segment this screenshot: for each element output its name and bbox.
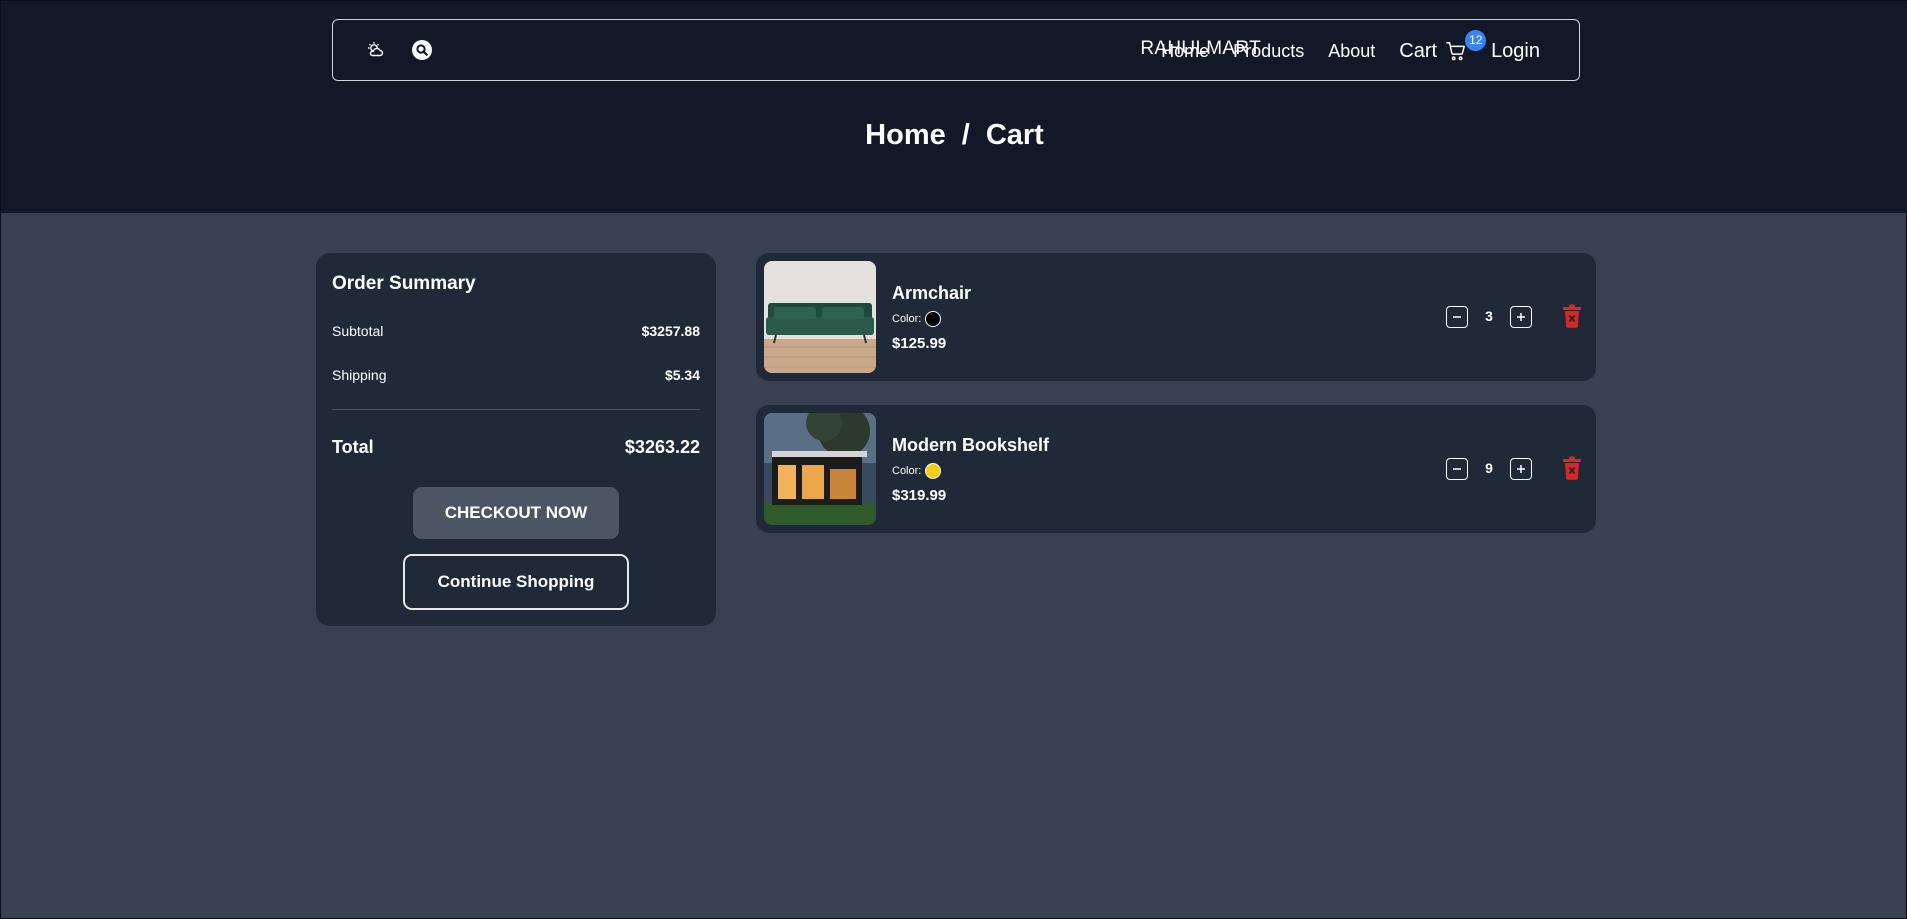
checkout-button[interactable]: CHECKOUT NOW xyxy=(413,487,619,539)
quantity-value: 9 xyxy=(1485,460,1493,476)
navbar: RAHULMART Home Products About Cart 12 Lo… xyxy=(332,19,1580,81)
cart-count-badge: 12 xyxy=(1465,29,1487,51)
breadcrumb-home[interactable]: Home xyxy=(865,119,946,151)
item-color-label: Color: xyxy=(892,465,922,477)
breadcrumb-current: Cart xyxy=(985,119,1044,151)
item-color: Color: xyxy=(892,311,942,327)
continue-shopping-button[interactable]: Continue Shopping xyxy=(403,554,629,610)
cart-item: Armchair Color: $125.99 3 xyxy=(756,253,1596,381)
item-color-label: Color: xyxy=(892,313,922,325)
nav-links: Home Products About Cart 12 Login xyxy=(1161,29,1579,66)
subtotal-label: Subtotal xyxy=(332,323,384,339)
item-price: $319.99 xyxy=(892,487,947,504)
trash-icon[interactable] xyxy=(1562,456,1582,480)
nav-cart-link[interactable]: Cart 12 xyxy=(1399,29,1487,63)
subtotal-value: $3257.88 xyxy=(641,323,700,339)
page-header: RAHULMART Home Products About Cart 12 Lo… xyxy=(1,1,1907,213)
nav-cart-label: Cart xyxy=(1399,39,1438,62)
nav-link-about[interactable]: About xyxy=(1328,41,1375,62)
shipping-label: Shipping xyxy=(332,367,387,383)
brand-logo[interactable]: RAHULMART xyxy=(333,38,1261,60)
breadcrumb: Home / Cart xyxy=(1,119,1907,152)
color-swatch xyxy=(925,463,942,479)
nav-link-home[interactable]: Home xyxy=(1161,41,1209,62)
decrease-quantity-button[interactable] xyxy=(1446,306,1468,328)
shipping-value: $5.34 xyxy=(664,367,700,383)
item-name[interactable]: Modern Bookshelf xyxy=(892,435,1049,456)
total-label: Total xyxy=(332,437,374,457)
quantity-value: 3 xyxy=(1485,308,1493,324)
login-link[interactable]: Login xyxy=(1491,40,1540,63)
order-summary-card: Order Summary Subtotal $3257.88 Shipping… xyxy=(316,253,716,626)
cart-icon xyxy=(1445,40,1467,62)
increase-quantity-button[interactable] xyxy=(1510,458,1532,480)
item-price: $125.99 xyxy=(892,335,947,352)
item-name[interactable]: Armchair xyxy=(892,283,971,304)
summary-divider xyxy=(332,409,700,410)
subtotal-row: Subtotal $3257.88 xyxy=(332,323,700,339)
color-swatch xyxy=(925,311,942,327)
cart-item: Modern Bookshelf Color: $319.99 9 xyxy=(756,405,1596,533)
increase-quantity-button[interactable] xyxy=(1510,306,1532,328)
shipping-row: Shipping $5.34 xyxy=(332,367,700,383)
order-summary-title: Order Summary xyxy=(332,273,476,294)
product-image-modern-bookshelf[interactable] xyxy=(764,413,876,525)
nav-link-products[interactable]: Products xyxy=(1233,41,1304,62)
total-row: Total $3263.22 xyxy=(332,437,700,458)
decrease-quantity-button[interactable] xyxy=(1446,458,1468,480)
breadcrumb-separator: / xyxy=(961,119,970,151)
trash-icon[interactable] xyxy=(1562,304,1582,328)
total-value: $3263.22 xyxy=(624,437,700,457)
product-image-armchair[interactable] xyxy=(764,261,876,373)
item-color: Color: xyxy=(892,463,942,479)
